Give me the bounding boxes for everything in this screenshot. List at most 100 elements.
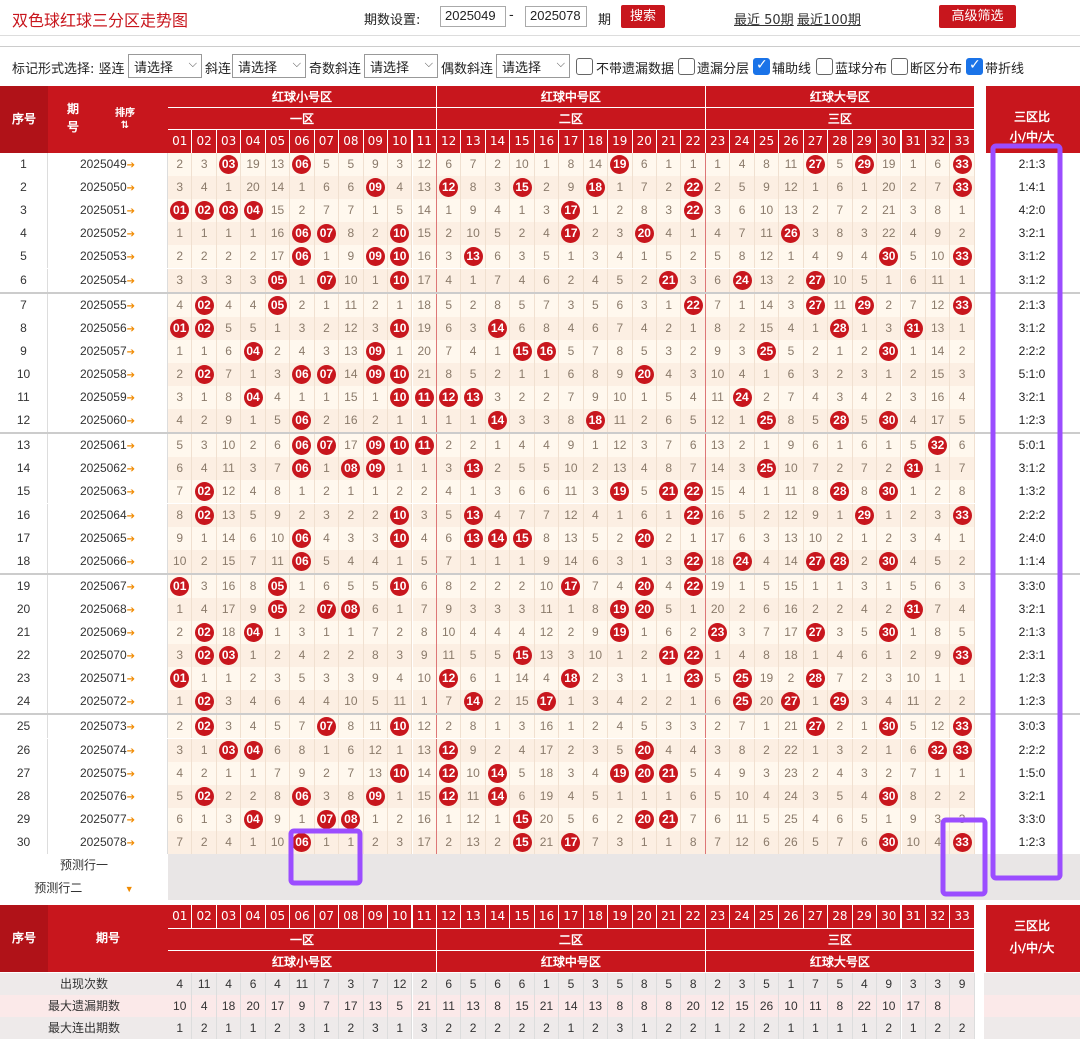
cell-28: 2 [828, 362, 853, 386]
vertical-select[interactable]: 请选择 [128, 54, 202, 78]
cell-23: 17 [705, 526, 731, 550]
aux-line-checkbox[interactable] [753, 57, 770, 75]
drawn-ball: 33 [952, 295, 972, 315]
fold-line-checkbox[interactable] [966, 57, 983, 75]
stats-value: 5 [608, 973, 633, 995]
miss-layer-checkbox[interactable] [678, 58, 695, 75]
period-to-input[interactable]: 2025078 [525, 6, 587, 27]
blue-dist-checkbox[interactable] [816, 58, 833, 75]
stats-value: 2 [950, 1017, 975, 1039]
cell-23: 4 [705, 222, 731, 246]
drawn-ball: 08 [341, 599, 361, 619]
cell-07: 4 [314, 690, 340, 714]
cell-23: 15 [705, 480, 731, 504]
cell-04: 1 [241, 644, 266, 668]
cell-14: 2 [485, 574, 511, 598]
cell-21: 4 [657, 574, 682, 598]
cell-23: 4 [705, 761, 731, 785]
cell-10: 11 [388, 690, 413, 714]
arrow-icon: ➔ [126, 533, 136, 545]
cell-31: 6 [901, 738, 926, 762]
cell-13: 12 [461, 807, 486, 831]
stats-value: 8 [632, 995, 657, 1017]
issue-number: 2025074 [79, 742, 127, 757]
cell-25: 4 [754, 549, 780, 573]
down-arrow-icon[interactable]: ▼ [122, 884, 134, 894]
advanced-filter-button[interactable]: 高级筛选 [939, 5, 1016, 28]
drawn-ball: 20 [634, 224, 654, 244]
cell-07: 07 [314, 597, 340, 621]
stats-value: 13 [363, 995, 389, 1017]
stats-value: 1 [241, 1017, 266, 1039]
cell-14: 1 [485, 667, 511, 691]
cell-09: 3 [363, 316, 389, 340]
cell-32: 14 [925, 339, 951, 363]
cell-11: 9 [412, 644, 437, 668]
cell-19: 1 [608, 784, 633, 808]
cell-25: 25 [754, 339, 780, 363]
cell-20: 5 [632, 339, 657, 363]
cell-17: 6 [559, 362, 584, 386]
row-seq: 7 [0, 293, 48, 317]
stats-value: 5 [461, 973, 486, 995]
drawn-ball: 02 [194, 364, 214, 384]
cell-28: 1 [828, 574, 853, 598]
cell-14: 3 [485, 480, 511, 504]
slant-select[interactable]: 请选择 [232, 54, 306, 78]
row-ratio: 3:1:2 [984, 245, 1080, 269]
no-miss-checkbox[interactable] [576, 58, 593, 75]
cell-05: 17 [265, 245, 291, 269]
cell-29: 29 [852, 153, 878, 177]
stats-value: 10 [779, 995, 804, 1017]
cell-27: 5 [803, 409, 829, 433]
cell-27: 5 [803, 830, 829, 854]
drawn-ball: 31 [903, 599, 923, 619]
cell-13: 5 [461, 644, 486, 668]
cell-16: 2 [534, 176, 560, 200]
period-from-input[interactable]: 2025049 [440, 6, 506, 27]
cell-28: 3 [828, 738, 853, 762]
cell-29: 4 [852, 784, 878, 808]
cell-05: 6 [265, 690, 291, 714]
aux-line-label: 辅助线 [772, 62, 812, 77]
cell-03: 15 [216, 549, 242, 573]
cell-09: 4 [363, 549, 389, 573]
stats-value: 11 [192, 973, 217, 995]
cell-23: 5 [705, 784, 731, 808]
cell-20: 3 [632, 434, 657, 458]
cell-18: 6 [583, 549, 609, 573]
cell-30: 30 [877, 549, 902, 573]
cell-08: 1 [339, 830, 364, 854]
cell-32: 11 [925, 268, 951, 292]
num-footer-29: 29 [852, 905, 878, 928]
even-slant-select[interactable]: 请选择 [496, 54, 570, 78]
drawn-ball: 10 [390, 270, 410, 290]
cell-21: 3 [657, 339, 682, 363]
row-ratio: 1:2:3 [984, 690, 1080, 714]
odd-slant-select[interactable]: 请选择 [364, 54, 438, 78]
cell-12: 12 [436, 667, 462, 691]
stats-value: 2 [534, 1017, 560, 1039]
cell-26: 2 [779, 667, 804, 691]
cell-06: 06 [290, 784, 315, 808]
cell-01: 4 [168, 409, 193, 433]
sort-button[interactable]: 排序 ⇅ [110, 108, 140, 132]
search-button[interactable]: 搜索 [621, 5, 665, 28]
cell-12: 12 [436, 386, 462, 410]
cell-29: 3 [852, 222, 878, 246]
recent-100-link[interactable]: 最近100期 [797, 9, 861, 28]
recent-50-link[interactable]: 最近 50期 [734, 9, 794, 28]
cell-33: 1 [950, 199, 975, 223]
cell-29: 29 [852, 503, 878, 527]
cell-10: 10 [388, 574, 413, 598]
cell-04: 5 [241, 503, 266, 527]
cell-26: 24 [779, 784, 804, 808]
zone-label-1: 一区 [168, 108, 437, 130]
cell-16: 7 [534, 503, 560, 527]
drawn-ball: 10 [390, 388, 410, 407]
cell-24: 25 [730, 690, 755, 714]
cell-05: 9 [265, 503, 291, 527]
break-dist-checkbox[interactable] [891, 58, 908, 75]
cell-08: 5 [339, 574, 364, 598]
cell-14: 3 [485, 176, 511, 200]
